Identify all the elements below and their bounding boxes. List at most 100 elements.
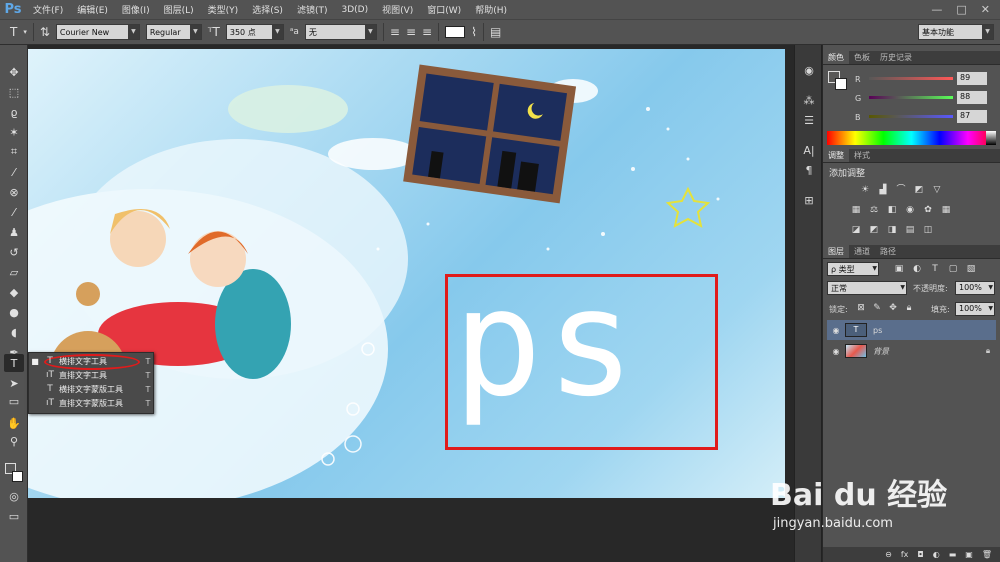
lock-all-icon[interactable]: 🔒︎ [903, 302, 915, 314]
menu-file[interactable]: 文件(F) [26, 3, 70, 16]
toggle-orientation-icon[interactable]: ⇅ [40, 25, 50, 39]
minimize-button[interactable]: — [931, 3, 942, 16]
curves-icon[interactable]: ⌒ [895, 184, 907, 196]
hue-saturation-icon[interactable]: ▦ [850, 204, 862, 216]
add-mask-icon[interactable]: ◘ [917, 550, 923, 559]
type-tool-preset-icon[interactable]: T [10, 25, 17, 39]
black-white-icon[interactable]: ◧ [886, 204, 898, 216]
color-lookup-icon[interactable]: ▦ [940, 204, 952, 216]
text-color-swatch[interactable] [445, 26, 466, 38]
crop-tool-icon[interactable]: ⌗ [4, 143, 24, 161]
new-adjustment-icon[interactable]: ◐ [933, 550, 940, 559]
menu-3d[interactable]: 3D(D) [334, 5, 375, 15]
background-color-swatch[interactable] [12, 471, 23, 482]
menu-select[interactable]: 选择(S) [245, 3, 290, 16]
lock-pixels-icon[interactable]: ✎ [871, 302, 883, 314]
blue-value-field[interactable]: 87 [957, 110, 987, 123]
new-layer-icon[interactable]: ▣ [965, 550, 973, 559]
blue-slider-track[interactable] [869, 115, 953, 118]
tab-channels[interactable]: 通道 [849, 245, 875, 258]
tab-styles[interactable]: 样式 [849, 149, 875, 162]
paint-bucket-tool-icon[interactable]: ◆ [4, 283, 24, 301]
marquee-tool-icon[interactable]: ⬚ [4, 83, 24, 101]
filter-type-icon[interactable]: T [929, 263, 941, 275]
flyout-item-horizontal-type[interactable]: ■ T 横排文字工具 T [29, 354, 155, 368]
new-group-icon[interactable]: ▬ [949, 550, 957, 559]
properties-icon[interactable]: ☰ [799, 111, 819, 129]
menu-edit[interactable]: 编辑(E) [70, 3, 115, 16]
brush-tool-icon[interactable]: ⁄ [4, 203, 24, 221]
maximize-button[interactable]: □ [956, 3, 966, 16]
green-value-field[interactable]: 88 [957, 91, 987, 104]
selective-color-icon[interactable]: ◫ [922, 224, 934, 236]
rectangle-tool-icon[interactable]: ▭ [4, 392, 24, 410]
lasso-tool-icon[interactable]: ϱ [4, 103, 24, 121]
healing-brush-tool-icon[interactable]: ⊗ [4, 183, 24, 201]
fill-field[interactable]: 100% ▼ [955, 302, 995, 316]
flyout-item-horizontal-type-mask[interactable]: T 横排文字蒙版工具 T [29, 382, 155, 396]
tab-swatches[interactable]: 色板 [849, 51, 875, 64]
tab-history[interactable]: 历史记录 [875, 51, 917, 64]
layer-style-icon[interactable]: fx [901, 550, 909, 559]
visibility-eye-icon[interactable]: ◉ [827, 347, 845, 356]
align-center-icon[interactable]: ≡ [406, 25, 416, 39]
move-tool-icon[interactable]: ✥ [4, 63, 24, 81]
lock-position-icon[interactable]: ✥ [887, 302, 899, 314]
tool-presets-icon[interactable]: ⊞ [799, 191, 819, 209]
levels-icon[interactable]: ▟ [877, 184, 889, 196]
red-slider-track[interactable] [869, 77, 953, 80]
layer-row-ps[interactable]: ◉ T ps [827, 320, 996, 340]
tab-color[interactable]: 颜色 [823, 51, 849, 64]
warp-text-icon[interactable]: ⌇ [471, 25, 477, 39]
magic-wand-tool-icon[interactable]: ✶ [4, 123, 24, 141]
blur-tool-icon[interactable]: ● [4, 303, 24, 321]
photo-filter-icon[interactable]: ◉ [904, 204, 916, 216]
filter-smart-icon[interactable]: ▧ [965, 263, 977, 275]
threshold-icon[interactable]: ◨ [886, 224, 898, 236]
visibility-eye-icon[interactable]: ◉ [827, 326, 845, 335]
menu-filter[interactable]: 滤镜(T) [290, 3, 335, 16]
tab-adjustments[interactable]: 调整 [823, 149, 849, 162]
menu-image[interactable]: 图像(I) [115, 3, 157, 16]
dodge-tool-icon[interactable]: ◖ [4, 323, 24, 341]
filter-shape-icon[interactable]: ▢ [947, 263, 959, 275]
lock-transparent-icon[interactable]: ⊠ [855, 302, 867, 314]
blend-mode-select[interactable]: 正常 ▼ [827, 281, 907, 295]
tab-paths[interactable]: 路径 [875, 245, 901, 258]
workspace-select[interactable]: 基本功能 ▼ [918, 24, 994, 40]
eyedropper-tool-icon[interactable]: ⁄ [4, 163, 24, 181]
channel-mixer-icon[interactable]: ✿ [922, 204, 934, 216]
preset-dropdown-icon[interactable]: ▾ [23, 28, 27, 36]
flyout-item-vertical-type-mask[interactable]: ıT 直排文字蒙版工具 T [29, 396, 155, 410]
character-icon[interactable]: A| [799, 141, 819, 159]
grayscale-ramp[interactable] [986, 131, 996, 145]
hand-tool-icon[interactable]: ✋ [4, 414, 24, 432]
quick-mask-icon[interactable]: ◎ [4, 487, 24, 505]
layer-filter-select[interactable]: ρ 类型 ▼ [827, 262, 879, 276]
font-family-select[interactable]: Courier New ▼ [55, 24, 140, 40]
menu-view[interactable]: 视图(V) [375, 3, 420, 16]
eraser-tool-icon[interactable]: ▱ [4, 263, 24, 281]
color-balance-icon[interactable]: ⚖ [868, 204, 880, 216]
clone-stamp-tool-icon[interactable]: ♟ [4, 223, 24, 241]
flyout-item-vertical-type[interactable]: ıT 直排文字工具 T [29, 368, 155, 382]
character-panel-icon[interactable]: ▤ [490, 25, 501, 39]
align-right-icon[interactable]: ≡ [422, 25, 432, 39]
tab-layers[interactable]: 图层 [823, 245, 849, 258]
link-layers-icon[interactable]: ⊖ [885, 550, 892, 559]
opacity-field[interactable]: 100% ▼ [955, 281, 995, 295]
screen-mode-icon[interactable]: ▭ [4, 507, 24, 525]
antialias-select[interactable]: 无 ▼ [304, 24, 377, 40]
navigator-icon[interactable]: ◉ [799, 61, 819, 79]
filter-pixel-icon[interactable]: ▣ [893, 263, 905, 275]
menu-help[interactable]: 帮助(H) [468, 3, 514, 16]
path-selection-tool-icon[interactable]: ➤ [4, 374, 24, 392]
gradient-map-icon[interactable]: ▤ [904, 224, 916, 236]
filter-adjust-icon[interactable]: ◐ [911, 263, 923, 275]
font-style-select[interactable]: Regular ▼ [145, 24, 202, 40]
layer-row-background[interactable]: ◉ 背景 🔒︎ [827, 341, 996, 361]
paragraph-icon[interactable]: ¶ [799, 161, 819, 179]
menu-layer[interactable]: 图层(L) [157, 3, 201, 16]
align-left-icon[interactable]: ≡ [390, 25, 400, 39]
document-canvas[interactable]: ps [28, 49, 785, 498]
